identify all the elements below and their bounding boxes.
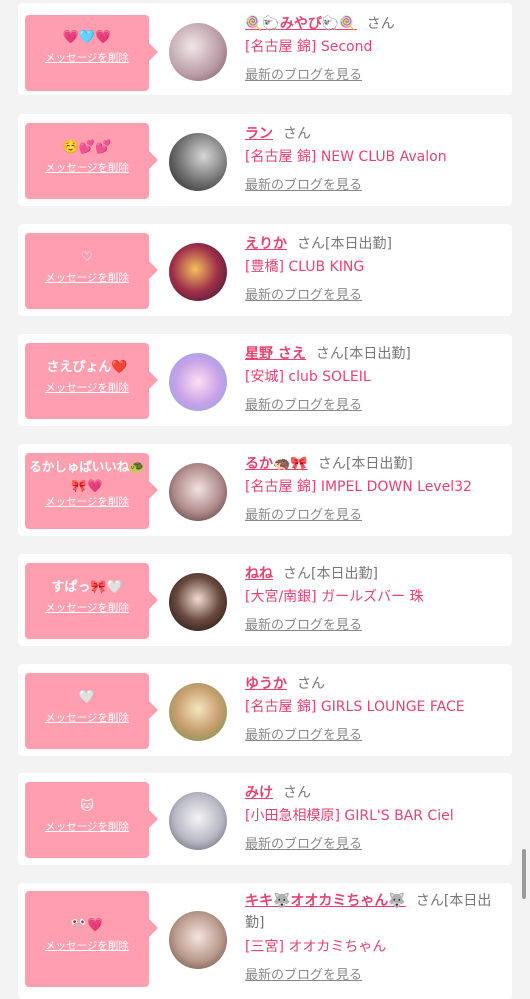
shop-name: [安城] club SOLEIL: [245, 369, 371, 385]
avatar[interactable]: [169, 243, 227, 301]
delete-message-link[interactable]: メッセージを削除: [25, 495, 149, 509]
message-text: 🐱: [80, 799, 94, 814]
cast-info: ラン さん [名古屋 錦] NEW CLUB Avalon 最新のブログを見る: [245, 124, 507, 195]
message-bubble[interactable]: ☺️💕💕 メッセージを削除: [25, 123, 158, 199]
shop-name: [名古屋 錦] GIRLS LOUNGE FACE: [245, 699, 465, 715]
message-bubble[interactable]: 🤍 メッセージを削除: [25, 673, 158, 749]
cast-info: 🍭🐑みやび🐑🍭 さん [名古屋 錦] Second 最新のブログを見る: [245, 14, 507, 85]
shop-name: [名古屋 錦] NEW CLUB Avalon: [245, 149, 447, 165]
avatar[interactable]: [169, 683, 227, 741]
cast-suffix: さん: [297, 676, 325, 692]
cast-suffix: さん[本日出勤]: [297, 236, 392, 252]
cast-suffix: さん: [283, 785, 311, 801]
delete-message-link[interactable]: メッセージを削除: [25, 711, 149, 725]
message-text: 🤍: [78, 690, 96, 705]
shop-name: [豊橋] CLUB KING: [245, 259, 365, 275]
cast-card: 🐱 メッセージを削除 みけ さん [小田急相模原] GIRL'S BAR Ciel…: [18, 773, 512, 865]
avatar[interactable]: [169, 353, 227, 411]
message-text: 💗🩵💗: [62, 30, 112, 45]
cast-name-link[interactable]: キキ🐺オオカミちゃん🐺: [245, 893, 406, 909]
message-bubble[interactable]: るかしゅぱいいね🐢🎀💗 メッセージを削除: [25, 453, 158, 529]
latest-blog-link[interactable]: 最新のブログを見る: [245, 836, 362, 854]
delete-message-link[interactable]: メッセージを削除: [25, 271, 149, 285]
favorite-cast-list: 💗🩵💗 メッセージを削除 🍭🐑みやび🐑🍭 さん [名古屋 錦] Second 最新…: [0, 0, 530, 999]
delete-message-link[interactable]: メッセージを削除: [25, 939, 149, 953]
cast-name-link[interactable]: 🍭🐑みやび🐑🍭: [245, 16, 357, 32]
cast-suffix: さん: [366, 16, 395, 32]
cast-card: 💗🩵💗 メッセージを削除 🍭🐑みやび🐑🍭 さん [名古屋 錦] Second 最新…: [18, 3, 512, 95]
cast-name-link[interactable]: みけ: [245, 785, 273, 801]
latest-blog-link[interactable]: 最新のブログを見る: [245, 967, 362, 985]
cast-info: 星野 さえ さん[本日出勤] [安城] club SOLEIL 最新のブログを見る: [245, 344, 507, 415]
cast-suffix: さん: [283, 126, 311, 142]
latest-blog-link[interactable]: 最新のブログを見る: [245, 507, 362, 525]
avatar[interactable]: [169, 911, 227, 969]
cast-info: ねね さん[本日出勤] [大宮/南銀] ガールズバー 珠 最新のブログを見る: [245, 564, 507, 635]
avatar[interactable]: [169, 463, 227, 521]
shop-name: [名古屋 錦] Second: [245, 39, 373, 55]
shop-name: [大宮/南銀] ガールズバー 珠: [245, 589, 424, 605]
message-text: さえぴょん❤️: [46, 360, 128, 375]
shop-name: [三宮] オオカミちゃん: [245, 939, 387, 955]
cast-card: ☺️💕💕 メッセージを削除 ラン さん [名古屋 錦] NEW CLUB Aval…: [18, 114, 512, 206]
cast-card: 🎌💗 メッセージを削除 キキ🐺オオカミちゃん🐺 さん[本日出勤] [三宮] オオカ…: [18, 883, 512, 999]
delete-message-link[interactable]: メッセージを削除: [25, 820, 149, 834]
message-bubble[interactable]: さえぴょん❤️ メッセージを削除: [25, 343, 158, 419]
cast-info: えりか さん[本日出勤] [豊橋] CLUB KING 最新のブログを見る: [245, 234, 507, 305]
cast-name-link[interactable]: えりか: [245, 236, 287, 252]
message-bubble[interactable]: 💗🩵💗 メッセージを削除: [25, 15, 158, 91]
cast-info: るか🦔🎀 さん[本日出勤] [名古屋 錦] IMPEL DOWN Level32 …: [245, 454, 507, 525]
avatar[interactable]: [169, 133, 227, 191]
cast-name-link[interactable]: るか🦔🎀: [245, 456, 308, 472]
shop-name: [小田急相模原] GIRL'S BAR Ciel: [245, 808, 454, 824]
scrollbar[interactable]: [522, 849, 526, 899]
cast-card: さえぴょん❤️ メッセージを削除 星野 さえ さん[本日出勤] [安城] club…: [18, 334, 512, 426]
cast-info: キキ🐺オオカミちゃん🐺 さん[本日出勤] [三宮] オオカミちゃん 最新のブログを…: [245, 890, 507, 985]
message-text: るかしゅぱいいね🐢🎀💗: [29, 459, 145, 493]
cast-info: ゆうか さん [名古屋 錦] GIRLS LOUNGE FACE 最新のブログを見…: [245, 674, 507, 745]
cast-info: みけ さん [小田急相模原] GIRL'S BAR Ciel 最新のブログを見る: [245, 783, 507, 854]
message-bubble[interactable]: 🎌💗 メッセージを削除: [25, 891, 158, 987]
cast-name-link[interactable]: ねね: [245, 566, 273, 582]
delete-message-link[interactable]: メッセージを削除: [25, 51, 149, 65]
latest-blog-link[interactable]: 最新のブログを見る: [245, 397, 362, 415]
cast-card: るかしゅぱいいね🐢🎀💗 メッセージを削除 るか🦔🎀 さん[本日出勤] [名古屋 錦…: [18, 444, 512, 536]
avatar[interactable]: [169, 792, 227, 850]
message-bubble[interactable]: すぱっ🎀🤍 メッセージを削除: [25, 563, 158, 639]
avatar[interactable]: [169, 573, 227, 631]
latest-blog-link[interactable]: 最新のブログを見る: [245, 287, 362, 305]
delete-message-link[interactable]: メッセージを削除: [25, 381, 149, 395]
latest-blog-link[interactable]: 最新のブログを見る: [245, 67, 362, 85]
cast-name-link[interactable]: ゆうか: [245, 676, 287, 692]
latest-blog-link[interactable]: 最新のブログを見る: [245, 177, 362, 195]
latest-blog-link[interactable]: 最新のブログを見る: [245, 617, 362, 635]
latest-blog-link[interactable]: 最新のブログを見る: [245, 727, 362, 745]
cast-suffix: さん[本日出勤]: [315, 346, 411, 362]
cast-card: すぱっ🎀🤍 メッセージを削除 ねね さん[本日出勤] [大宮/南銀] ガールズバー…: [18, 554, 512, 646]
cast-name-link[interactable]: 星野 さえ: [245, 346, 306, 362]
message-text: ♡: [81, 250, 93, 265]
delete-message-link[interactable]: メッセージを削除: [25, 161, 149, 175]
message-bubble[interactable]: 🐱 メッセージを削除: [25, 782, 158, 858]
cast-name-link[interactable]: ラン: [245, 126, 273, 142]
cast-suffix: さん[本日出勤]: [283, 566, 378, 582]
cast-suffix: さん[本日出勤]: [317, 456, 413, 472]
shop-name: [名古屋 錦] IMPEL DOWN Level32: [245, 479, 472, 495]
avatar[interactable]: [169, 23, 227, 81]
message-text: すぱっ🎀🤍: [51, 580, 123, 595]
message-text: ☺️💕💕: [62, 140, 112, 155]
message-bubble[interactable]: ♡ メッセージを削除: [25, 233, 158, 309]
cast-card: 🤍 メッセージを削除 ゆうか さん [名古屋 錦] GIRLS LOUNGE FA…: [18, 664, 512, 756]
message-text: 🎌💗: [70, 918, 104, 933]
delete-message-link[interactable]: メッセージを削除: [25, 601, 149, 615]
cast-card: ♡ メッセージを削除 えりか さん[本日出勤] [豊橋] CLUB KING 最新…: [18, 224, 512, 316]
